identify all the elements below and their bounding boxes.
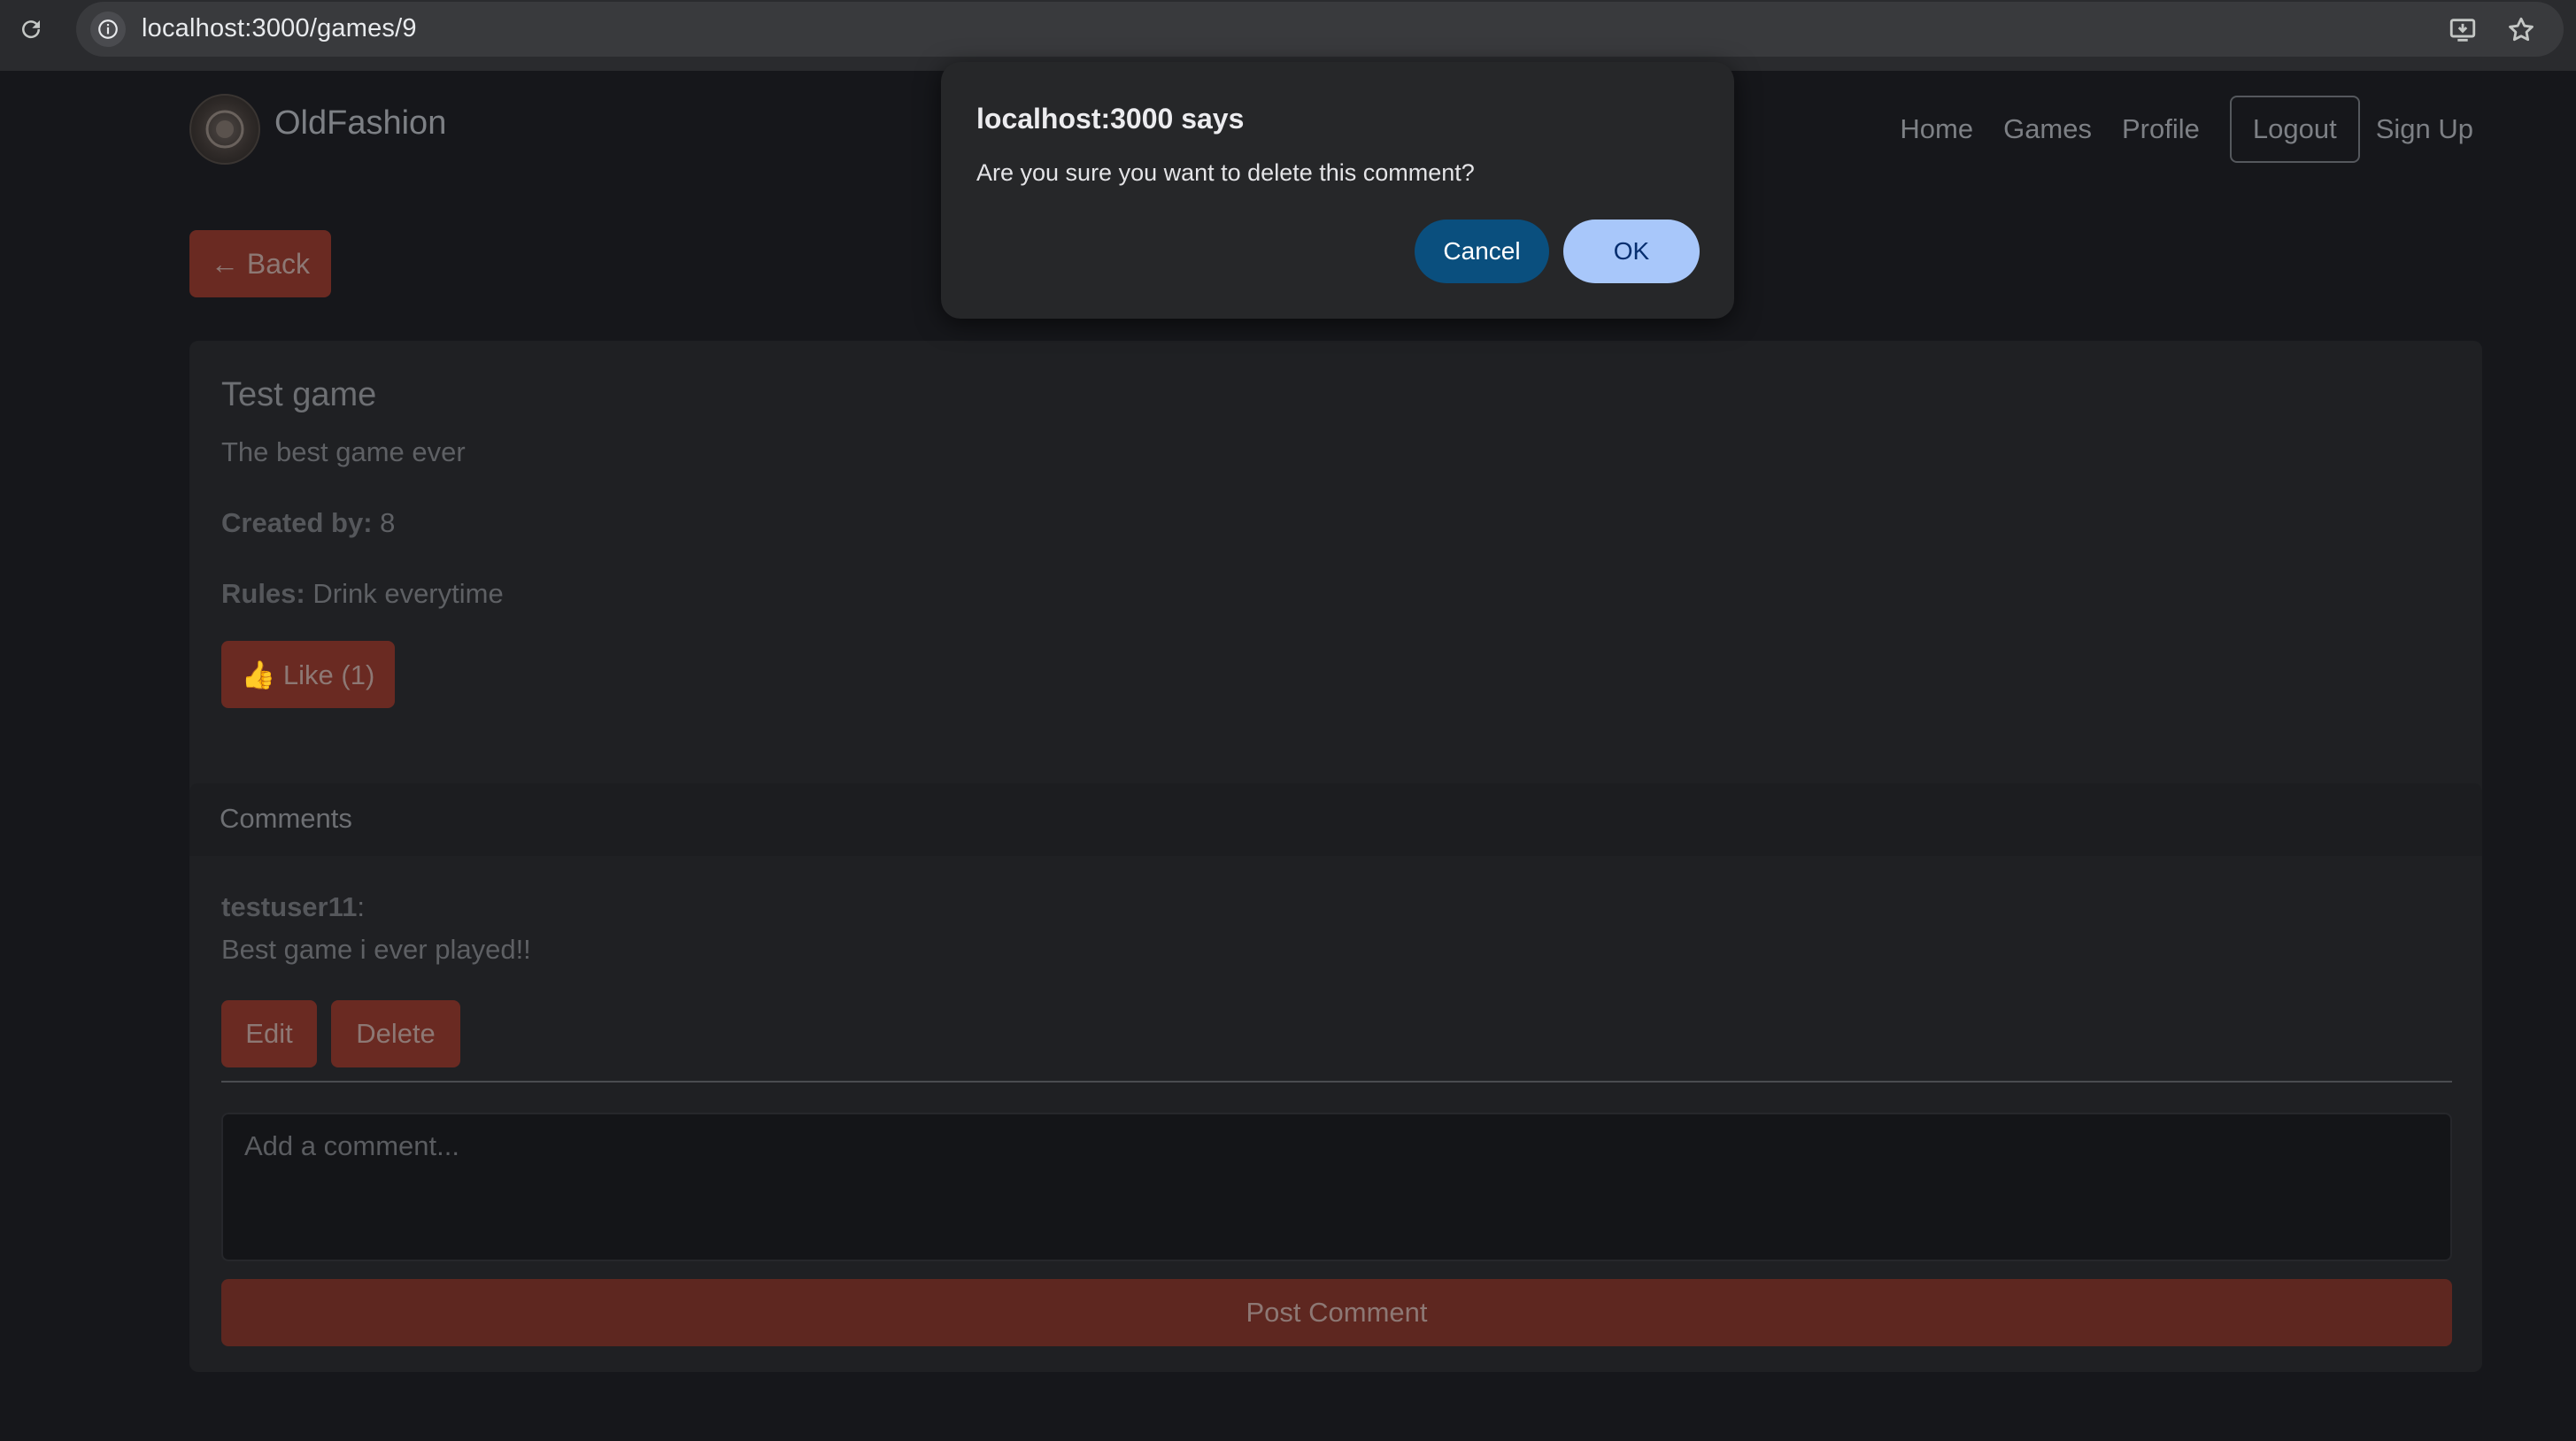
comment-separator: : <box>357 891 366 922</box>
site-info-icon[interactable] <box>90 12 126 47</box>
brand-logo-icon[interactable] <box>189 94 260 165</box>
nav-link-games[interactable]: Games <box>2003 113 2092 145</box>
dialog-ok-button[interactable]: OK <box>1563 220 1700 283</box>
bookmark-star-icon[interactable] <box>2503 12 2539 48</box>
rules-label: Rules: <box>221 578 305 609</box>
post-comment-button[interactable]: Post Comment <box>221 1279 2452 1346</box>
comment-text: Best game i ever played!! <box>221 934 531 965</box>
divider <box>221 1081 2452 1083</box>
comment-textarea[interactable]: Add a comment... <box>221 1113 2452 1261</box>
delete-comment-button[interactable]: Delete <box>331 1000 460 1067</box>
comment-author: testuser11: <box>221 891 365 923</box>
brand-name[interactable]: OldFashion <box>274 104 446 143</box>
dialog-title: localhost:3000 says <box>976 103 1245 135</box>
browser-toolbar: localhost:3000/games/9 <box>0 0 2576 71</box>
logout-button[interactable]: Logout <box>2229 96 2360 163</box>
nav-link-home[interactable]: Home <box>1900 113 1973 145</box>
nav-links: Home Games Profile Logout Sign Up <box>1870 94 2473 165</box>
url-text[interactable]: localhost:3000/games/9 <box>142 14 417 43</box>
reload-icon[interactable] <box>14 12 48 46</box>
comments-header: Comments <box>189 783 2482 856</box>
dialog-cancel-button[interactable]: Cancel <box>1415 220 1549 283</box>
install-app-icon[interactable] <box>2445 12 2480 48</box>
rules-value: Drink everytime <box>312 578 504 609</box>
rules-line: Rules: Drink everytime <box>221 578 504 610</box>
back-button[interactable]: ← Back <box>189 230 331 297</box>
comment-username: testuser11 <box>221 891 358 922</box>
game-card: Test game The best game ever Created by:… <box>189 341 2482 810</box>
address-bar[interactable]: localhost:3000/games/9 <box>76 2 2564 57</box>
created-by-value: 8 <box>380 507 396 538</box>
nav-link-signup[interactable]: Sign Up <box>2376 113 2473 145</box>
comments-title: Comments <box>220 803 352 834</box>
nav-link-profile[interactable]: Profile <box>2122 113 2200 145</box>
like-button[interactable]: 👍 Like (1) <box>221 641 395 708</box>
created-by-line: Created by: 8 <box>221 507 395 539</box>
confirm-dialog: localhost:3000 says Are you sure you wan… <box>941 62 1734 319</box>
game-title: Test game <box>221 376 377 413</box>
created-by-label: Created by: <box>221 507 373 538</box>
edit-comment-button[interactable]: Edit <box>221 1000 317 1067</box>
game-description: The best game ever <box>221 436 466 467</box>
comments-card: Comments testuser11: Best game i ever pl… <box>189 783 2482 1372</box>
dialog-message: Are you sure you want to delete this com… <box>976 159 1475 186</box>
